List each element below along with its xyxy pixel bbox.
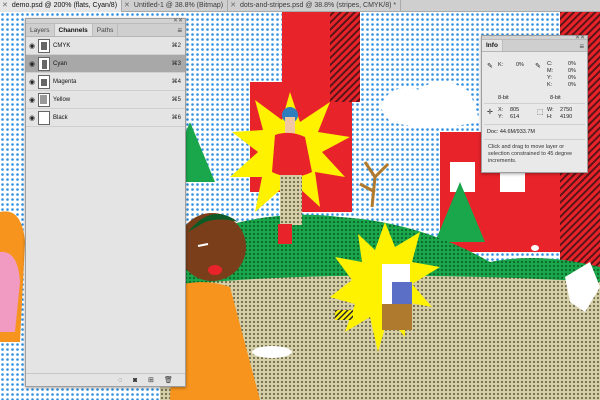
channel-shortcut: ⌘2 xyxy=(171,43,181,49)
channel-row-magenta[interactable]: ◉ Magenta ⌘4 xyxy=(26,73,185,91)
document-tab-dots-and-stripes[interactable]: ✕ dots-and-stripes.psd @ 38.8% (stripes,… xyxy=(228,0,402,12)
h-label: H: xyxy=(547,114,553,120)
y-value: 0% xyxy=(568,75,576,81)
eyedropper-icon[interactable]: ✎ xyxy=(487,62,493,70)
w-value: 2750 xyxy=(560,107,573,113)
hamburger-icon[interactable]: ≡ xyxy=(579,42,584,51)
channel-shortcut: ⌘5 xyxy=(171,97,181,103)
close-tab-icon[interactable]: ✕ xyxy=(230,0,236,12)
document-tab-demo[interactable]: ✕ demo.psd @ 200% (flats, Cyan/8) xyxy=(0,0,123,12)
y-pos-label: Y: xyxy=(498,114,503,120)
channel-name: CMYK xyxy=(53,42,71,49)
channels-panel: ✕✕ Layers Channels Paths ≡ ◉ CMYK ⌘2 ◉ C… xyxy=(25,18,186,387)
new-channel-icon[interactable]: ⊞ xyxy=(148,377,154,384)
crosshair-icon: ✛ xyxy=(487,109,493,116)
y-pos-value: 614 xyxy=(510,114,520,120)
panel-tab-strip: Info ≡ xyxy=(482,40,587,52)
divider xyxy=(484,103,585,104)
channel-shortcut: ⌘3 xyxy=(171,61,181,67)
document-tab-label: demo.psd @ 200% (flats, Cyan/8) xyxy=(11,2,118,9)
bit-depth-left: 8-bit xyxy=(498,95,509,101)
channel-row-black[interactable]: ◉ Black ⌘6 xyxy=(26,109,185,127)
c-label: C: xyxy=(547,61,553,67)
eye-icon[interactable]: ◉ xyxy=(26,42,38,50)
panel-tab-strip: Layers Channels Paths ≡ xyxy=(26,24,185,37)
document-size: Doc: 44.6M/933.7M xyxy=(487,129,535,135)
channel-shortcut: ⌘6 xyxy=(171,115,181,121)
eye-icon[interactable]: ◉ xyxy=(26,60,38,68)
m-value: 0% xyxy=(568,68,576,74)
channel-name: Yellow xyxy=(53,96,71,103)
k-label-left: K: xyxy=(498,62,504,68)
channels-panel-footer: ◌ ◙ ⊞ 🗑 xyxy=(26,373,185,386)
bit-depth-right: 8-bit xyxy=(550,95,561,101)
info-panel: ✕✕ Info ≡ ✎ K: 0% 8-bit ✎ C: 0% M: 0% Y:… xyxy=(481,35,588,173)
channel-thumbnail xyxy=(38,38,50,53)
trash-icon[interactable]: 🗑 xyxy=(164,377,173,384)
channel-thumbnail xyxy=(38,56,50,71)
document-tab-label: Untitled-1 @ 38.8% (Bitmap) xyxy=(133,2,224,9)
tab-info[interactable]: Info xyxy=(482,40,503,51)
channel-row-yellow[interactable]: ◉ Yellow ⌘5 xyxy=(26,91,185,109)
tab-paths[interactable]: Paths xyxy=(93,24,119,36)
eye-icon[interactable]: ◉ xyxy=(26,114,38,122)
tab-layers[interactable]: Layers xyxy=(26,24,55,36)
mask-icon[interactable]: ◙ xyxy=(133,377,137,384)
h-value: 4190 xyxy=(560,114,573,120)
channel-name: Black xyxy=(53,114,68,121)
channel-thumbnail xyxy=(38,74,50,89)
hamburger-icon[interactable]: ≡ xyxy=(177,26,182,35)
close-tab-icon[interactable]: ✕ xyxy=(2,0,8,12)
channel-row-cyan[interactable]: ◉ Cyan ⌘3 xyxy=(26,55,185,73)
dotted-circle-icon[interactable]: ◌ xyxy=(118,377,122,384)
selection-size-icon: ⬚ xyxy=(537,109,544,116)
tool-hint-text: Click and drag to move layer or selectio… xyxy=(488,144,573,164)
k-value-right: 0% xyxy=(568,82,576,88)
document-tab-label: dots-and-stripes.psd @ 38.8% (stripes, C… xyxy=(239,2,397,9)
x-value: 805 xyxy=(510,107,520,113)
divider xyxy=(484,139,585,140)
y-label: Y: xyxy=(547,75,552,81)
eye-icon[interactable]: ◉ xyxy=(26,96,38,104)
k-value-left: 0% xyxy=(516,62,524,68)
document-tab-bar: ✕ demo.psd @ 200% (flats, Cyan/8) ✕ Unti… xyxy=(0,0,600,12)
close-panel-icon[interactable]: ✕✕ xyxy=(173,17,183,24)
channel-shortcut: ⌘4 xyxy=(171,79,181,85)
channel-row-cmyk[interactable]: ◉ CMYK ⌘2 xyxy=(26,37,185,55)
k-label-right: K: xyxy=(547,82,553,88)
channel-thumbnail xyxy=(38,110,50,125)
channel-name: Cyan xyxy=(53,60,68,67)
divider xyxy=(484,124,585,125)
m-label: M: xyxy=(547,68,554,74)
channel-list: ◉ CMYK ⌘2 ◉ Cyan ⌘3 ◉ Magenta ⌘4 ◉ Yello… xyxy=(26,37,185,127)
channel-thumbnail xyxy=(38,92,50,107)
eyedropper-icon[interactable]: ✎ xyxy=(535,62,541,70)
document-tab-untitled[interactable]: ✕ Untitled-1 @ 38.8% (Bitmap) xyxy=(122,0,229,12)
c-value: 0% xyxy=(568,61,576,67)
x-label: X: xyxy=(498,107,504,113)
channel-name: Magenta xyxy=(53,78,77,85)
eye-icon[interactable]: ◉ xyxy=(26,78,38,86)
w-label: W: xyxy=(547,107,554,113)
info-readouts: ✎ K: 0% 8-bit ✎ C: 0% M: 0% Y: 0% K: 0% … xyxy=(482,52,587,172)
tab-channels[interactable]: Channels xyxy=(54,24,93,36)
close-tab-icon[interactable]: ✕ xyxy=(124,0,130,12)
